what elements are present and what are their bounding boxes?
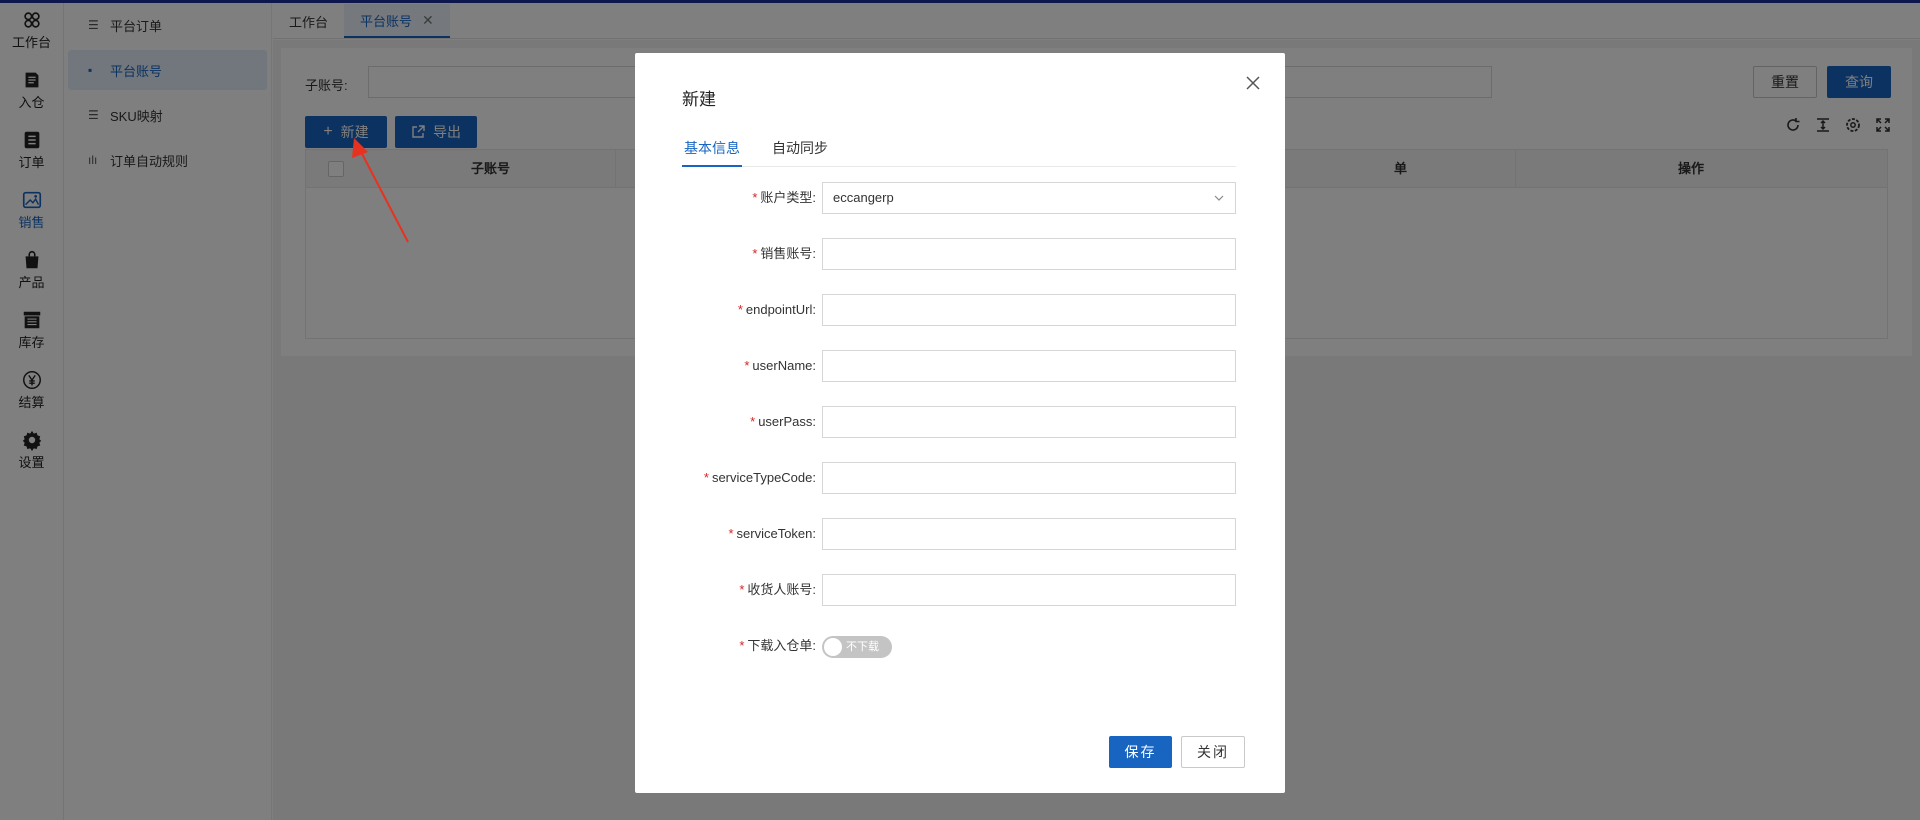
dialog-close-button[interactable] bbox=[1239, 69, 1267, 97]
field-label: * serviceToken: bbox=[728, 518, 816, 550]
account-type-value: eccangerp bbox=[833, 190, 894, 205]
dialog-title: 新建 bbox=[682, 90, 716, 109]
save-button[interactable]: 保存 bbox=[1109, 736, 1172, 768]
required-mark: * bbox=[750, 414, 756, 429]
field-label-text: 账户类型: bbox=[760, 190, 816, 205]
annotation-arrow bbox=[352, 138, 409, 243]
required-mark: * bbox=[703, 470, 709, 485]
new-account-dialog: 新建 基本信息 自动同步 * 账户类型: eccangerp * 销售账号: * en… bbox=[635, 53, 1285, 793]
required-mark: * bbox=[739, 638, 745, 653]
required-mark: * bbox=[752, 246, 758, 261]
field-label-text: serviceTypeCode: bbox=[711, 470, 816, 485]
field-label: * endpointUrl: bbox=[738, 294, 816, 326]
username-input[interactable] bbox=[822, 350, 1236, 382]
consignee-account-input[interactable] bbox=[822, 574, 1236, 606]
endpoint-url-input[interactable] bbox=[822, 294, 1236, 326]
form-row-username: * userName: bbox=[682, 350, 1236, 382]
form-row-consignee-account: * 收货人账号: bbox=[682, 574, 1236, 606]
field-label-text: 下载入仓单: bbox=[747, 638, 816, 653]
required-mark: * bbox=[737, 302, 743, 317]
dialog-tabs: 基本信息 自动同步 bbox=[682, 133, 1236, 167]
form-row-service-token: * serviceToken: bbox=[682, 518, 1236, 550]
field-label: * 账户类型: bbox=[752, 182, 816, 214]
field-label-text: 收货人账号: bbox=[747, 582, 816, 597]
form-row-endpoint-url: * endpointUrl: bbox=[682, 294, 1236, 326]
form-row-download-inbound: * 下载入仓单: 不下载 bbox=[682, 630, 1236, 662]
close-icon bbox=[1246, 76, 1260, 90]
sales-account-input[interactable] bbox=[822, 238, 1236, 270]
toggle-knob bbox=[824, 638, 842, 656]
close-button[interactable]: 关闭 bbox=[1181, 736, 1245, 768]
field-label-text: userPass: bbox=[758, 414, 816, 429]
form-row-userpass: * userPass: bbox=[682, 406, 1236, 438]
required-mark: * bbox=[739, 582, 745, 597]
field-label: * 下载入仓单: bbox=[739, 630, 816, 662]
field-label: * serviceTypeCode: bbox=[704, 462, 816, 494]
field-label: * 收货人账号: bbox=[739, 574, 816, 606]
chevron-down-icon bbox=[1214, 195, 1224, 201]
service-type-code-input[interactable] bbox=[822, 462, 1236, 494]
toggle-text: 不下载 bbox=[846, 641, 879, 653]
form-row-service-type-code: * serviceTypeCode: bbox=[682, 462, 1236, 494]
field-label-text: 销售账号: bbox=[760, 246, 816, 261]
account-type-select[interactable]: eccangerp bbox=[822, 182, 1236, 214]
field-label: * userName: bbox=[744, 350, 816, 382]
required-mark: * bbox=[752, 190, 758, 205]
download-inbound-toggle[interactable]: 不下载 bbox=[822, 636, 892, 658]
tab-basic-info[interactable]: 基本信息 bbox=[682, 133, 742, 167]
required-mark: * bbox=[744, 358, 750, 373]
field-label-text: userName: bbox=[752, 358, 816, 373]
form-row-account-type: * 账户类型: eccangerp bbox=[682, 182, 1236, 214]
field-label-text: serviceToken: bbox=[736, 526, 816, 541]
field-label-text: endpointUrl: bbox=[745, 302, 816, 317]
form-row-sales-account: * 销售账号: bbox=[682, 238, 1236, 270]
service-token-input[interactable] bbox=[822, 518, 1236, 550]
field-label: * 销售账号: bbox=[752, 238, 816, 270]
field-label: * userPass: bbox=[750, 406, 816, 438]
tab-auto-sync[interactable]: 自动同步 bbox=[770, 133, 830, 167]
userpass-input[interactable] bbox=[822, 406, 1236, 438]
required-mark: * bbox=[728, 526, 734, 541]
